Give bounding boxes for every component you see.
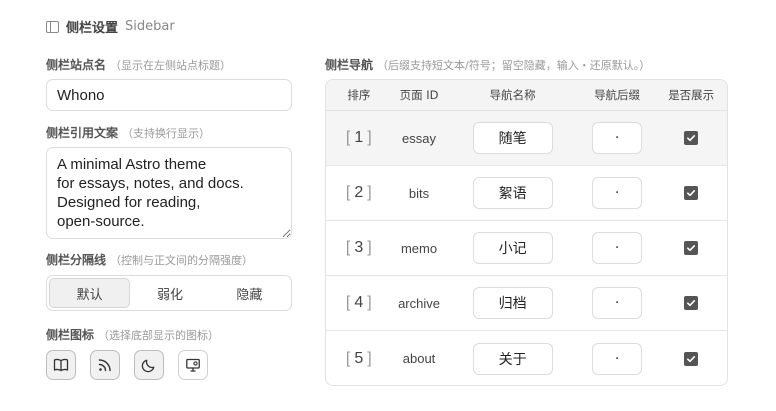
divider-label: 侧栏分隔线 [46, 253, 107, 267]
table-row: [4] archive [326, 276, 727, 331]
nav-suffix-input[interactable] [592, 177, 643, 209]
quote-hint: （支持换行显示） [122, 127, 211, 140]
sidebar-icon [46, 20, 59, 33]
rss-icon [98, 359, 111, 372]
divider-option-hidden[interactable]: 隐藏 [210, 278, 289, 308]
monitor-settings-icon [186, 358, 200, 372]
nav-name-input[interactable] [472, 342, 553, 375]
icons-hint: （选择底部显示的图标） [98, 329, 220, 342]
table-row: [3] memo [326, 221, 727, 276]
site-name-label: 侧栏站点名 [46, 58, 107, 72]
check-icon [687, 190, 696, 197]
rss-icon-button[interactable] [90, 350, 120, 380]
col-nav-suffix: 导航后缀 [594, 88, 641, 102]
nav-suffix-input[interactable] [592, 122, 643, 154]
book-open-icon [53, 358, 69, 372]
icons-label-row: 侧栏图标 （选择底部显示的图标） [46, 326, 219, 343]
row-order[interactable]: [2] [326, 184, 392, 202]
row-order[interactable]: [1] [326, 129, 392, 147]
site-name-input[interactable] [46, 79, 292, 111]
table-row: [2] bits [326, 166, 727, 221]
row-page-id: archive [398, 295, 440, 311]
section-subtitle: Sidebar [125, 19, 175, 34]
show-checkbox[interactable] [684, 296, 699, 310]
nav-label: 侧栏导航 [325, 58, 374, 72]
divider-option-default[interactable]: 默认 [49, 278, 131, 308]
table-row: [5] about [326, 331, 727, 385]
row-page-id: about [402, 351, 436, 366]
col-order: 排序 [347, 88, 371, 102]
show-checkbox[interactable] [684, 186, 699, 200]
check-icon [687, 355, 696, 362]
nav-name-input[interactable] [472, 287, 553, 319]
show-checkbox[interactable] [684, 131, 699, 145]
moon-icon-button[interactable] [134, 350, 164, 380]
nav-suffix-input[interactable] [592, 232, 643, 264]
check-icon [687, 135, 696, 142]
col-nav-name: 导航名称 [489, 88, 536, 102]
divider-label-row: 侧栏分隔线 （控制与正文间的分隔强度） [46, 251, 253, 268]
check-icon [687, 300, 696, 307]
row-order[interactable]: [5] [326, 350, 392, 368]
row-order[interactable]: [3] [326, 239, 392, 257]
quote-label: 侧栏引用文案 [46, 126, 119, 140]
nav-suffix-input[interactable] [592, 342, 643, 375]
col-page-id: 页面 ID [399, 88, 439, 102]
section-header: 侧栏设置 Sidebar [46, 17, 175, 36]
show-checkbox[interactable] [684, 351, 699, 366]
row-order[interactable]: [4] [326, 294, 392, 312]
row-page-id: memo [400, 240, 438, 256]
nav-name-input[interactable] [472, 232, 553, 264]
nav-suffix-input[interactable] [592, 287, 643, 319]
icon-toggle-row [46, 350, 208, 380]
nav-name-input[interactable] [472, 122, 553, 154]
nav-name-input[interactable] [472, 177, 553, 209]
col-show: 是否展示 [668, 88, 715, 102]
row-page-id: essay [402, 130, 437, 146]
nav-hint: （后缀支持短文本/符号；留空隐藏，输入・还原默认。） [377, 59, 651, 72]
monitor-settings-icon-button[interactable] [178, 350, 208, 380]
check-icon [687, 245, 696, 252]
divider-hint: （控制与正文间的分隔强度） [110, 254, 254, 267]
section-title: 侧栏设置 [66, 21, 119, 36]
quote-textarea[interactable]: A minimal Astro theme for essays, notes,… [46, 147, 292, 239]
site-name-label-row: 侧栏站点名 （显示在左侧站点标题） [46, 56, 231, 73]
divider-segmented-control: 默认 弱化 隐藏 [46, 275, 292, 311]
table-row: [1] essay [326, 111, 727, 166]
nav-label-row: 侧栏导航 （后缀支持短文本/符号；留空隐藏，输入・还原默认。） [325, 56, 650, 73]
icons-label: 侧栏图标 [46, 328, 95, 342]
divider-option-weak[interactable]: 弱化 [130, 278, 209, 308]
book-open-icon-button[interactable] [46, 350, 76, 380]
nav-table-header: 排序 页面 ID 导航名称 导航后缀 是否展示 [326, 80, 727, 111]
moon-icon [141, 359, 155, 373]
site-name-hint: （显示在左侧站点标题） [110, 59, 232, 72]
nav-table: 排序 页面 ID 导航名称 导航后缀 是否展示 [1] essay [2] bi… [325, 79, 728, 386]
row-page-id: bits [408, 185, 430, 201]
quote-label-row: 侧栏引用文案 （支持换行显示） [46, 124, 210, 141]
show-checkbox[interactable] [684, 241, 699, 255]
